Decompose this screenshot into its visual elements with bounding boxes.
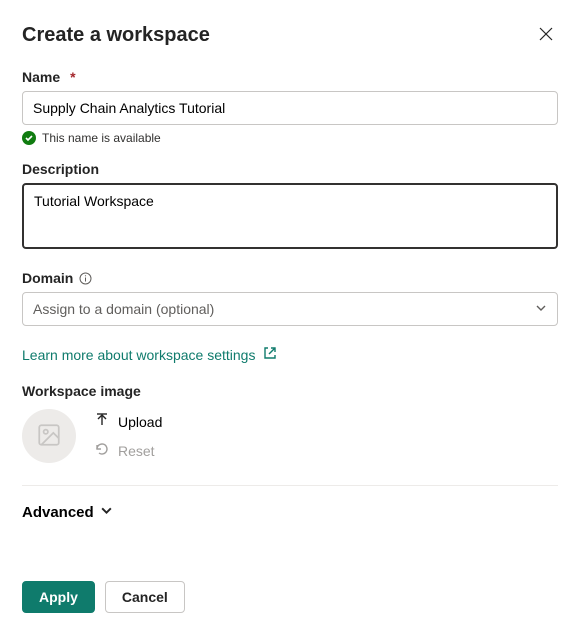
advanced-toggle[interactable]: Advanced bbox=[22, 504, 113, 521]
upload-icon bbox=[94, 412, 110, 431]
dialog-header: Create a workspace bbox=[22, 22, 558, 49]
info-icon[interactable] bbox=[79, 272, 92, 285]
close-icon bbox=[538, 26, 554, 45]
reset-button: Reset bbox=[94, 441, 162, 460]
chevron-down-icon bbox=[535, 301, 547, 317]
advanced-label: Advanced bbox=[22, 504, 94, 521]
external-link-icon bbox=[263, 346, 277, 363]
workspace-image-section: Upload Reset bbox=[22, 409, 558, 463]
close-button[interactable] bbox=[534, 22, 558, 49]
domain-label: Domain bbox=[22, 270, 558, 286]
reset-label: Reset bbox=[118, 443, 155, 459]
dialog-title: Create a workspace bbox=[22, 24, 210, 47]
name-availability: This name is available bbox=[22, 131, 558, 145]
apply-button[interactable]: Apply bbox=[22, 581, 95, 613]
cancel-button[interactable]: Cancel bbox=[105, 581, 185, 613]
undo-icon bbox=[94, 441, 110, 460]
dialog-footer: Apply Cancel bbox=[22, 581, 558, 613]
learn-more-text: Learn more about workspace settings bbox=[22, 347, 255, 363]
required-asterisk: * bbox=[70, 69, 75, 85]
image-icon bbox=[36, 422, 62, 451]
chevron-down-icon bbox=[100, 504, 113, 521]
domain-select[interactable]: Assign to a domain (optional) bbox=[22, 292, 558, 326]
name-input[interactable] bbox=[22, 91, 558, 125]
domain-placeholder: Assign to a domain (optional) bbox=[33, 301, 214, 317]
description-input[interactable] bbox=[22, 183, 558, 249]
name-label: Name * bbox=[22, 69, 558, 85]
workspace-image-label: Workspace image bbox=[22, 383, 558, 399]
description-label: Description bbox=[22, 161, 558, 177]
check-circle-icon bbox=[22, 131, 36, 145]
availability-text: This name is available bbox=[42, 131, 161, 145]
workspace-image-placeholder bbox=[22, 409, 76, 463]
name-label-text: Name bbox=[22, 69, 60, 85]
domain-label-text: Domain bbox=[22, 270, 73, 286]
learn-more-link[interactable]: Learn more about workspace settings bbox=[22, 346, 277, 363]
upload-label: Upload bbox=[118, 414, 162, 430]
upload-button[interactable]: Upload bbox=[94, 412, 162, 431]
divider bbox=[22, 485, 558, 486]
